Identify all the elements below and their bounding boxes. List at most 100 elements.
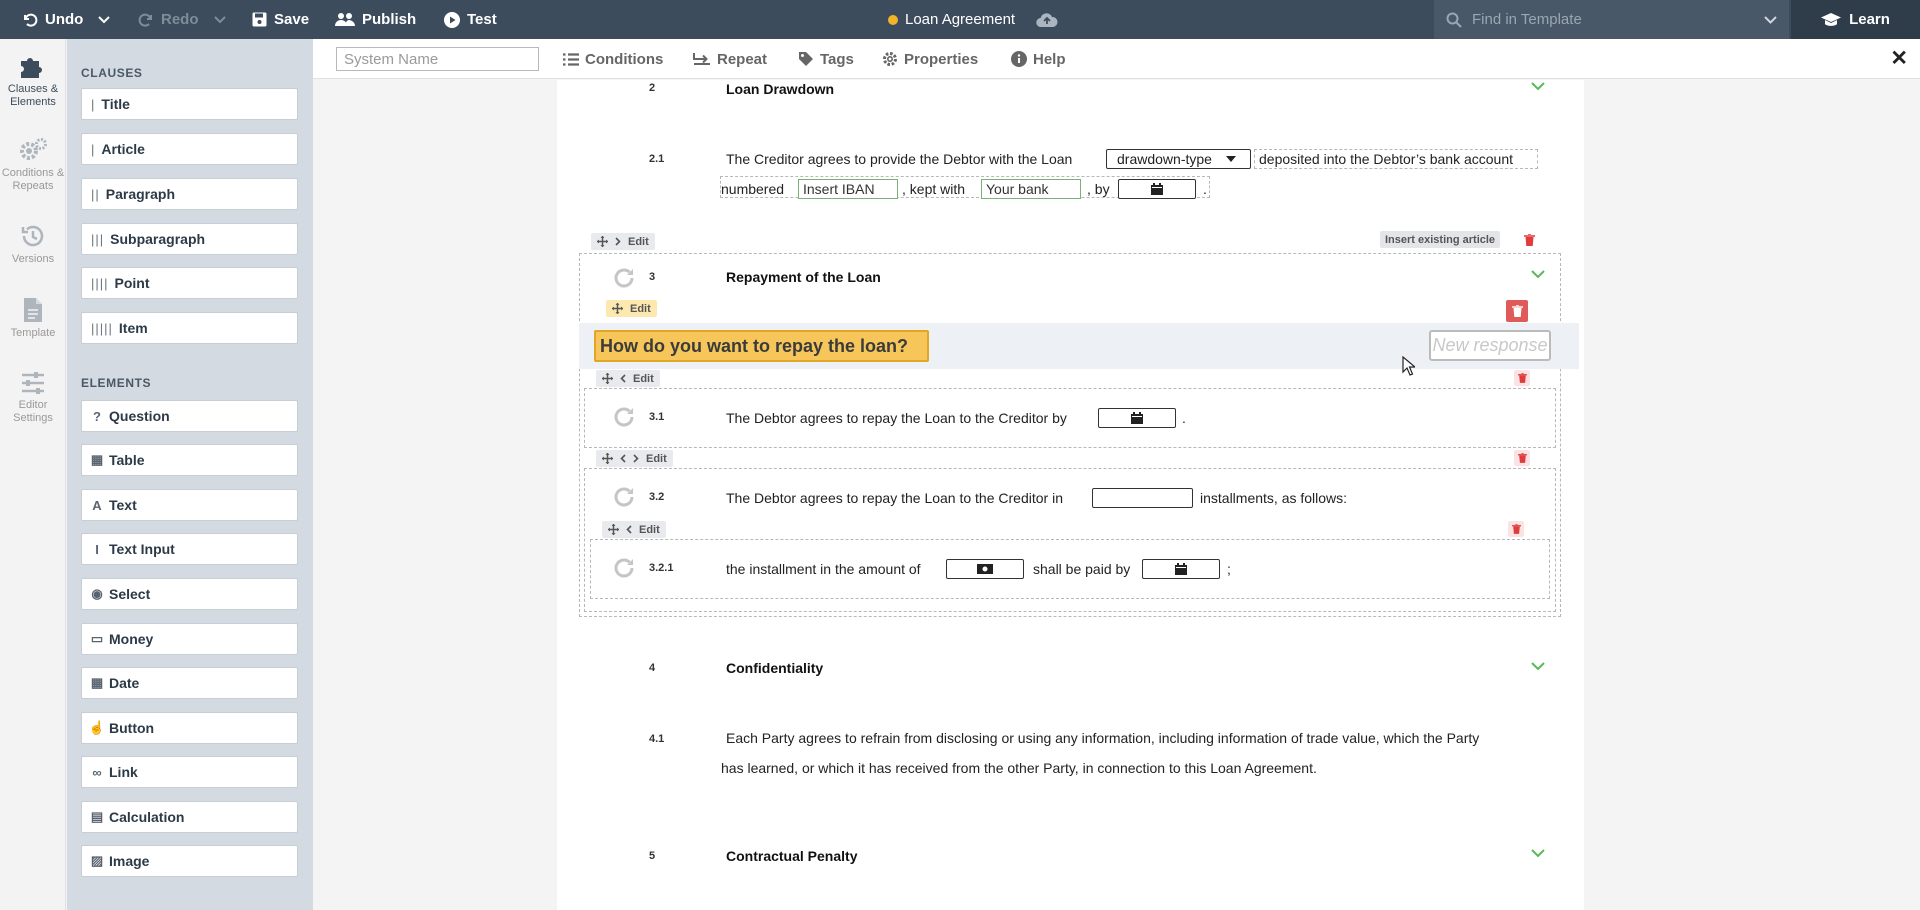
move-icon[interactable] [602,373,613,384]
money-field[interactable] [946,559,1024,579]
tags-button[interactable]: Tags [798,39,854,79]
palette-item-link[interactable]: ∞ Link [81,756,298,788]
palette-item-calculation[interactable]: ▤ Calculation [81,801,298,833]
rail-versions[interactable]: Versions [0,223,66,266]
palette-item-label: Title [101,96,130,112]
clause-text[interactable]: numbered [721,181,784,197]
palette-item-point[interactable]: |||| Point [81,267,298,299]
clause-text-line[interactable]: has learned, or which it has received fr… [721,760,1317,776]
clause-text[interactable]: installments, as follows: [1200,490,1347,506]
clause-text[interactable]: The Debtor agrees to repay the Loan to t… [726,410,1067,426]
find-in-template [1434,0,1789,39]
chevron-right-icon[interactable] [615,237,621,246]
delete-paragraph-button[interactable] [1514,370,1530,386]
save-button[interactable]: Save [252,0,309,39]
test-button[interactable]: Test [444,0,497,39]
collapse-chevron-icon[interactable] [1531,849,1545,858]
palette-item-text[interactable]: A Text [81,489,298,521]
unsaved-indicator [888,14,898,25]
bank-input[interactable]: Your bank [981,179,1081,199]
palette-item-paragraph[interactable]: || Paragraph [81,178,298,210]
palette-item-article[interactable]: | Article [81,133,298,165]
collapse-chevron-icon[interactable] [1531,82,1545,91]
rail-conditions-repeats[interactable]: Conditions & Repeats [0,137,66,193]
trash-icon [1517,453,1527,463]
elements-heading: ELEMENTS [81,376,152,390]
redo-dropdown-icon[interactable] [213,15,226,24]
clause-text[interactable]: deposited into the Debtor’s bank account [1259,151,1513,167]
article-title[interactable]: Loan Drawdown [726,81,834,97]
delete-paragraph-button[interactable] [1514,450,1530,466]
chevron-down-icon[interactable] [1764,15,1777,24]
move-icon[interactable] [597,236,608,247]
collapse-chevron-icon[interactable] [1531,270,1545,279]
delete-question-button[interactable] [1506,300,1528,322]
rail-clauses-elements[interactable]: Clauses & Elements [0,53,66,109]
system-name-input[interactable] [336,47,539,71]
move-icon[interactable] [608,524,619,535]
learn-button[interactable]: Learn [1791,0,1920,39]
edit-button[interactable]: Edit [646,453,667,465]
palette-item-item[interactable]: ||||| Item [81,312,298,344]
rail-template[interactable]: Template [0,297,66,340]
edit-button[interactable]: Edit [628,236,649,248]
undo-button[interactable]: Undo [22,0,111,39]
document-page: 2 Loan Drawdown 2.1 The Creditor agrees … [557,80,1584,910]
find-input[interactable] [1472,11,1752,28]
palette-item-subparagraph[interactable]: ||| Subparagraph [81,223,298,255]
chevron-left-icon[interactable] [626,525,632,534]
palette-item-date[interactable]: ▦ Date [81,667,298,699]
edit-button[interactable]: Edit [639,524,660,536]
palette-item-title[interactable]: | Title [81,88,298,120]
palette-item-table[interactable]: ▦ Table [81,444,298,476]
conditions-button[interactable]: Conditions [563,39,663,79]
edit-button[interactable]: Edit [633,373,654,385]
collapse-chevron-icon[interactable] [1531,662,1545,671]
question-text-input[interactable]: How do you want to repay the loan? [594,330,929,362]
date-field[interactable] [1142,559,1220,579]
clause-text[interactable]: shall be paid by [1033,561,1130,577]
sliders-icon [0,371,66,395]
new-response-button[interactable]: New response [1429,330,1551,361]
iban-input[interactable]: Insert IBAN [798,179,898,199]
article-title[interactable]: Confidentiality [726,660,823,676]
palette-item-question[interactable]: ? Question [81,400,298,432]
undo-dropdown-icon[interactable] [98,15,111,24]
date-field[interactable] [1118,179,1196,199]
chevron-right-icon[interactable] [633,454,639,463]
palette-item-button[interactable]: ☝ Button [81,712,298,744]
palette-item-text-input[interactable]: I Text Input [81,533,298,565]
move-icon[interactable] [612,303,623,314]
chevron-left-icon[interactable] [620,454,626,463]
insert-existing-article-button[interactable]: Insert existing article [1380,231,1501,248]
delete-article-button[interactable] [1521,232,1537,248]
clause-text-line[interactable]: Each Party agrees to refrain from disclo… [726,730,1479,746]
clause-number: 4.1 [649,733,665,745]
rail-editor-settings[interactable]: Editor Settings [0,371,66,425]
publish-button[interactable]: Publish [335,0,416,39]
article-title[interactable]: Repayment of the Loan [726,269,881,285]
palette-item-image[interactable]: ▨ Image [81,845,298,877]
cloud-upload-icon[interactable] [1036,12,1058,28]
article-title[interactable]: Contractual Penalty [726,848,857,864]
installments-number-field[interactable] [1092,488,1193,508]
delete-subparagraph-button[interactable] [1508,521,1524,537]
help-button[interactable]: Help [1011,39,1066,79]
edit-button[interactable]: Edit [630,303,651,315]
redo-button[interactable]: Redo [138,0,226,39]
clause-text[interactable]: , by [1087,181,1110,197]
repeat-button[interactable]: Repeat [693,39,767,79]
drawdown-type-select[interactable]: drawdown-type [1106,149,1251,169]
properties-button[interactable]: Properties [882,39,978,79]
close-icon[interactable]: ✕ [1890,47,1908,71]
palette-item-select[interactable]: ◉ Select [81,578,298,610]
palette-item-money[interactable]: ▭ Money [81,623,298,655]
clause-text[interactable]: The Creditor agrees to provide the Debto… [726,151,1072,167]
date-field[interactable] [1098,408,1176,428]
move-icon[interactable] [602,453,613,464]
clause-text[interactable]: , kept with [902,181,965,197]
chevron-left-icon[interactable] [620,374,626,383]
repeat-icon [693,52,711,66]
clause-text[interactable]: the installment in the amount of [726,561,921,577]
clause-text[interactable]: The Debtor agrees to repay the Loan to t… [726,490,1063,506]
